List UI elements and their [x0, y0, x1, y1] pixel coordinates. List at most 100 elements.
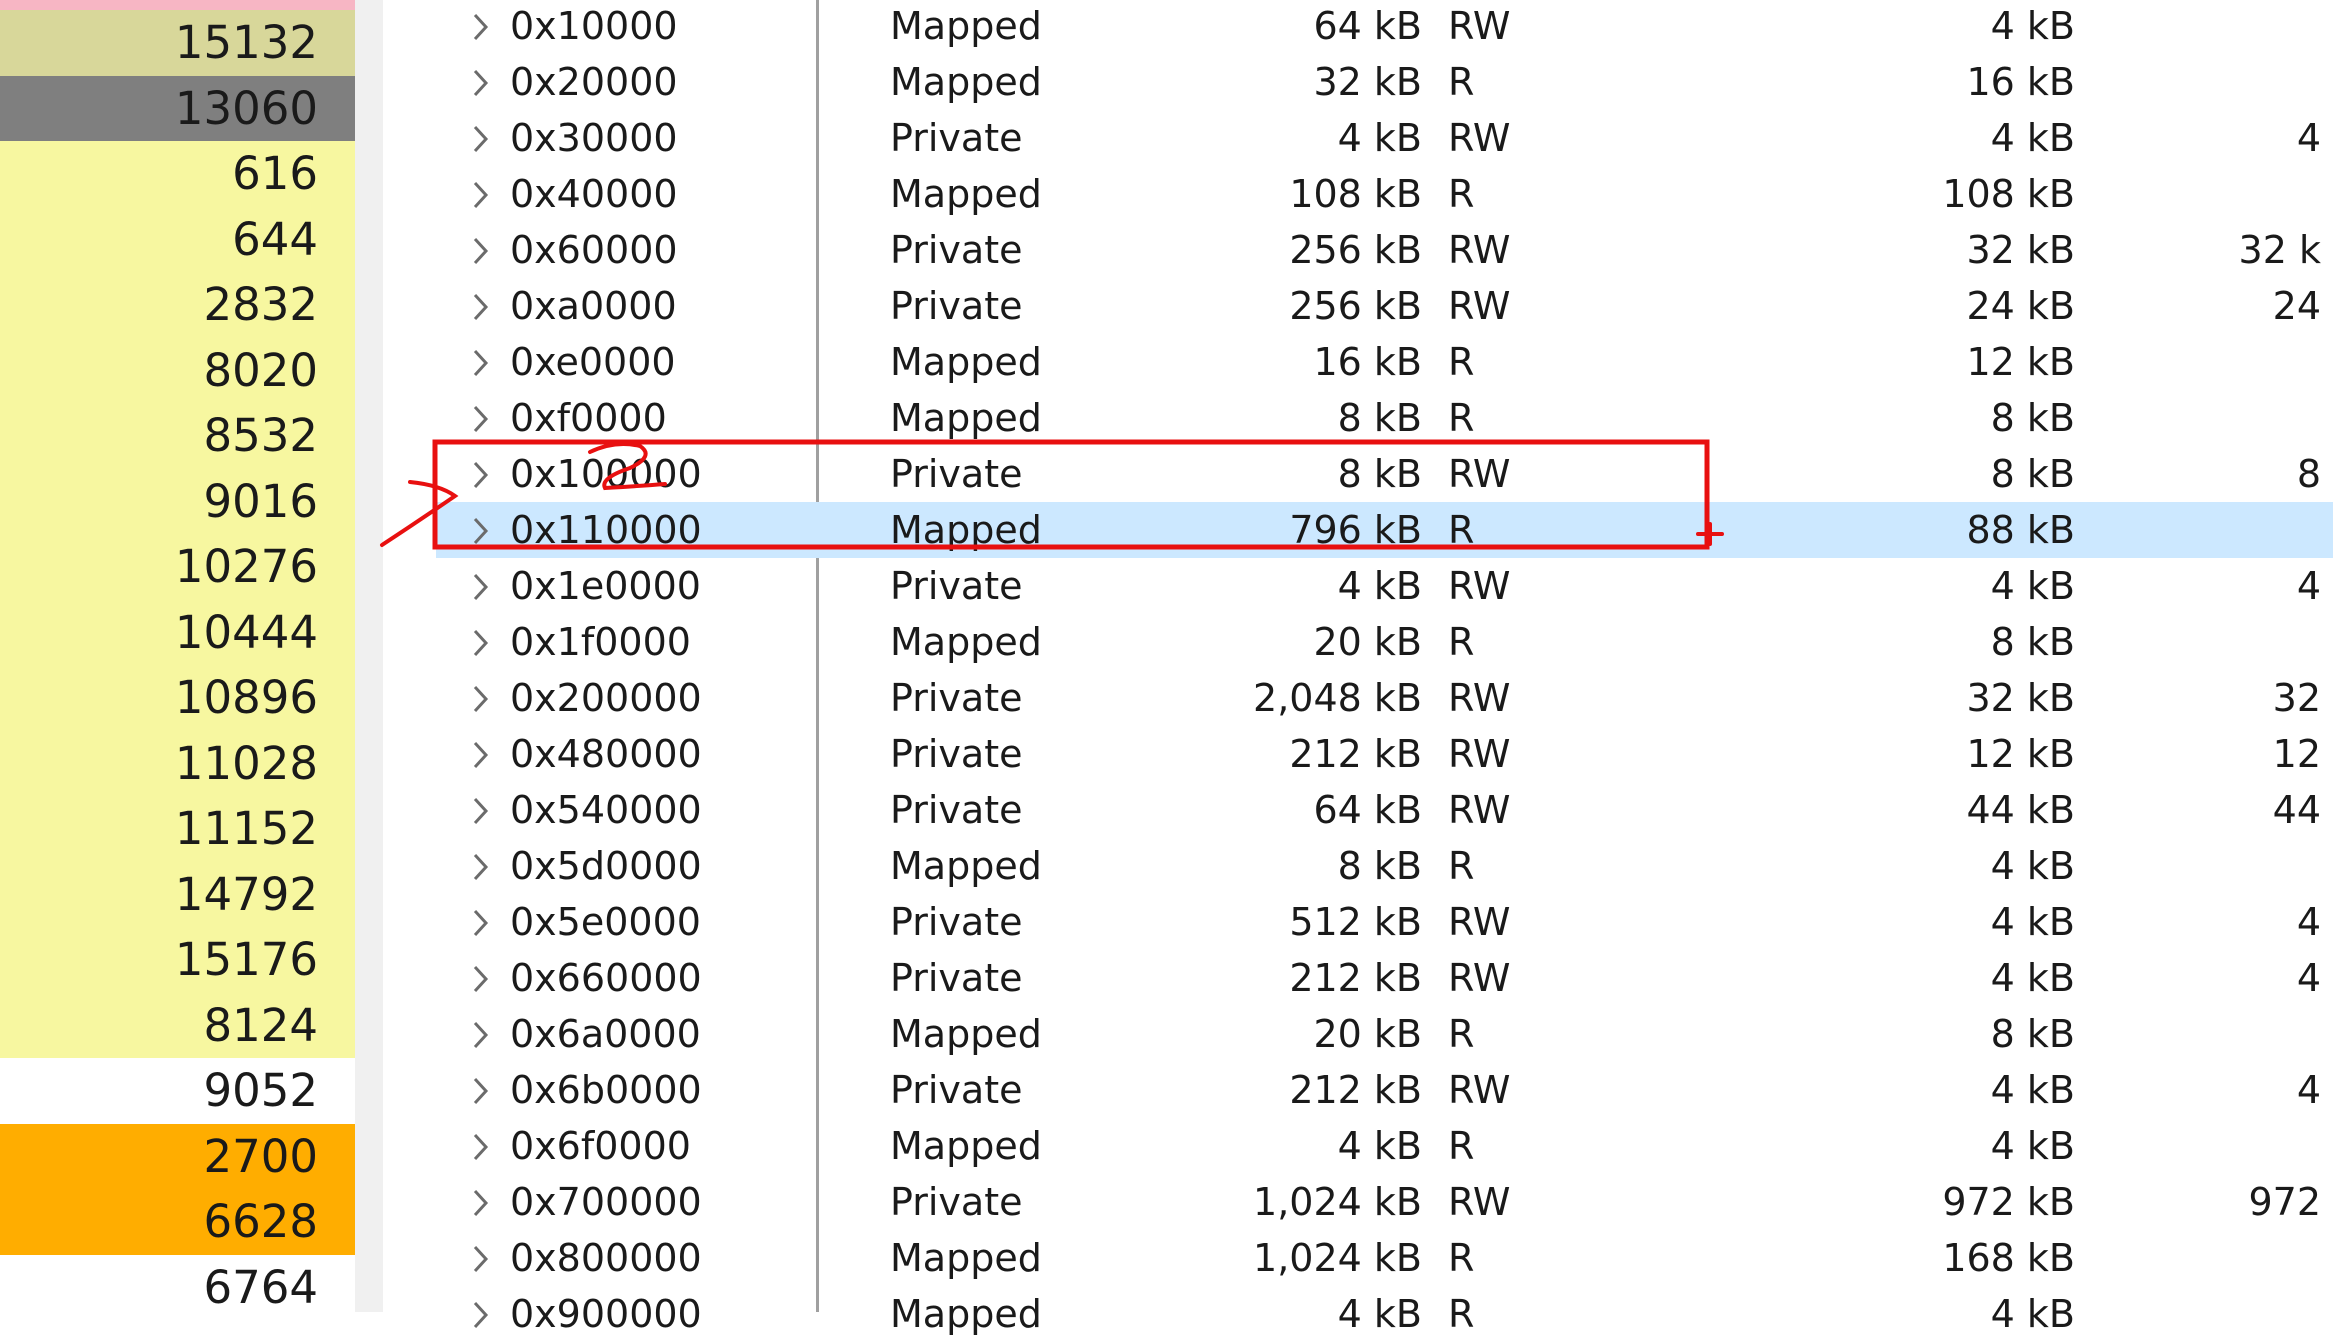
table-row[interactable]: 0x60000 Private 256 kB RW 32 kB 32 k: [436, 222, 2333, 278]
table-row[interactable]: 0x10000 Mapped 64 kB RW 4 kB: [436, 0, 2333, 54]
process-row[interactable]: 6764: [0, 1254, 355, 1312]
process-row[interactable]: 9016: [0, 468, 355, 534]
address-cell: 0x20000: [510, 60, 678, 104]
type-cell: Mapped: [890, 396, 1042, 440]
address-cell: 0x200000: [510, 676, 702, 720]
protection-cell: R: [1448, 1012, 1475, 1056]
address-cell: 0x540000: [510, 788, 702, 832]
table-row[interactable]: 0xf0000 Mapped 8 kB R 8 kB: [436, 390, 2333, 446]
protection-cell: R: [1448, 1292, 1475, 1336]
protection-cell: RW: [1448, 1068, 1511, 1112]
address-cell: 0x6a0000: [510, 1012, 701, 1056]
type-cell: Private: [890, 452, 1023, 496]
address-cell: 0x480000: [510, 732, 702, 776]
process-row[interactable]: 11152: [0, 796, 355, 862]
protection-cell: R: [1448, 396, 1475, 440]
type-cell: Mapped: [890, 1292, 1042, 1336]
table-row[interactable]: 0x20000 Mapped 32 kB R 16 kB: [436, 54, 2333, 110]
size-cell: 256 kB: [1289, 284, 1422, 328]
protection-cell: R: [1448, 60, 1475, 104]
protection-cell: RW: [1448, 676, 1511, 720]
size-cell: 32 kB: [1313, 60, 1422, 104]
protection-cell: R: [1448, 1236, 1475, 1280]
table-row[interactable]: 0x40000 Mapped 108 kB R 108 kB: [436, 166, 2333, 222]
committed-cell: 12 kB: [1966, 340, 2075, 384]
committed-cell: 8 kB: [1990, 452, 2075, 496]
address-cell: 0x5d0000: [510, 844, 702, 888]
process-row[interactable]: 15132: [0, 10, 355, 76]
process-row[interactable]: 10444: [0, 599, 355, 665]
committed-cell: 108 kB: [1942, 172, 2075, 216]
committed-cell: 4 kB: [1990, 900, 2075, 944]
committed-cell: 168 kB: [1942, 1236, 2075, 1280]
table-row[interactable]: 0x5d0000 Mapped 8 kB R 4 kB: [436, 838, 2333, 894]
protection-cell: R: [1448, 1124, 1475, 1168]
committed-cell: 4 kB: [1990, 844, 2075, 888]
table-row[interactable]: 0x700000 Private 1,024 kB RW 972 kB 972: [436, 1174, 2333, 1230]
address-cell: 0xa0000: [510, 284, 677, 328]
table-row[interactable]: 0x6b0000 Private 212 kB RW 4 kB 4: [436, 1062, 2333, 1118]
splitter[interactable]: [355, 0, 383, 1312]
table-row[interactable]: 0x30000 Private 4 kB RW 4 kB 4: [436, 110, 2333, 166]
table-row[interactable]: 0xa0000 Private 256 kB RW 24 kB 24: [436, 278, 2333, 334]
process-row[interactable]: 10896: [0, 665, 355, 731]
private-cell: 44: [2272, 788, 2321, 832]
size-cell: 256 kB: [1289, 228, 1422, 272]
protection-cell: R: [1448, 340, 1475, 384]
process-row[interactable]: 14792: [0, 861, 355, 927]
address-cell: 0x40000: [510, 172, 678, 216]
protection-cell: RW: [1448, 956, 1511, 1000]
table-row[interactable]: 0x1f0000 Mapped 20 kB R 8 kB: [436, 614, 2333, 670]
committed-cell: 972 kB: [1942, 1180, 2075, 1224]
address-cell: 0x6b0000: [510, 1068, 702, 1112]
table-row[interactable]: 0x200000 Private 2,048 kB RW 32 kB 32: [436, 670, 2333, 726]
table-row[interactable]: 0x800000 Mapped 1,024 kB R 168 kB: [436, 1230, 2333, 1286]
process-row[interactable]: 2700: [0, 1123, 355, 1189]
type-cell: Mapped: [890, 1012, 1042, 1056]
committed-cell: 4 kB: [1990, 1124, 2075, 1168]
process-row[interactable]: 9052: [0, 1058, 355, 1124]
table-row[interactable]: 0x480000 Private 212 kB RW 12 kB 12: [436, 726, 2333, 782]
size-cell: 1,024 kB: [1253, 1236, 1422, 1280]
address-cell: 0x660000: [510, 956, 702, 1000]
address-cell: 0x5e0000: [510, 900, 701, 944]
table-row[interactable]: 0x110000 Mapped 796 kB R 88 kB: [436, 502, 2333, 558]
table-row[interactable]: 0x6f0000 Mapped 4 kB R 4 kB: [436, 1118, 2333, 1174]
table-row[interactable]: 0x660000 Private 212 kB RW 4 kB 4: [436, 950, 2333, 1006]
size-cell: 212 kB: [1289, 732, 1422, 776]
size-cell: 8 kB: [1337, 396, 1422, 440]
type-cell: Mapped: [890, 1124, 1042, 1168]
process-row[interactable]: 10276: [0, 534, 355, 600]
type-cell: Private: [890, 788, 1023, 832]
process-row[interactable]: 8124: [0, 992, 355, 1058]
process-row[interactable]: 15176: [0, 927, 355, 993]
type-cell: Mapped: [890, 172, 1042, 216]
table-row[interactable]: 0x900000 Mapped 4 kB R 4 kB: [436, 1286, 2333, 1342]
process-row[interactable]: 8532: [0, 403, 355, 469]
process-row[interactable]: 8020: [0, 337, 355, 403]
table-row[interactable]: 0x5e0000 Private 512 kB RW 4 kB 4: [436, 894, 2333, 950]
table-row[interactable]: 0x100000 Private 8 kB RW 8 kB 8: [436, 446, 2333, 502]
table-row[interactable]: 0x1e0000 Private 4 kB RW 4 kB 4: [436, 558, 2333, 614]
committed-cell: 8 kB: [1990, 396, 2075, 440]
table-row[interactable]: 0x540000 Private 64 kB RW 44 kB 44: [436, 782, 2333, 838]
process-row[interactable]: 644: [0, 206, 355, 272]
pink-stripe: [0, 0, 355, 10]
address-cell: 0x900000: [510, 1292, 702, 1336]
process-row[interactable]: 6628: [0, 1189, 355, 1255]
size-cell: 4 kB: [1337, 1292, 1422, 1336]
process-row[interactable]: 13060: [0, 75, 355, 141]
address-cell: 0x800000: [510, 1236, 702, 1280]
type-cell: Private: [890, 732, 1023, 776]
protection-cell: R: [1448, 620, 1475, 664]
type-cell: Private: [890, 900, 1023, 944]
table-row[interactable]: 0xe0000 Mapped 16 kB R 12 kB: [436, 334, 2333, 390]
private-cell: 32: [2272, 676, 2321, 720]
address-cell: 0x100000: [510, 452, 702, 496]
address-cell: 0x30000: [510, 116, 678, 160]
process-row[interactable]: 2832: [0, 272, 355, 338]
protection-cell: RW: [1448, 452, 1511, 496]
table-row[interactable]: 0x6a0000 Mapped 20 kB R 8 kB: [436, 1006, 2333, 1062]
process-row[interactable]: 616: [0, 141, 355, 207]
process-row[interactable]: 11028: [0, 730, 355, 796]
